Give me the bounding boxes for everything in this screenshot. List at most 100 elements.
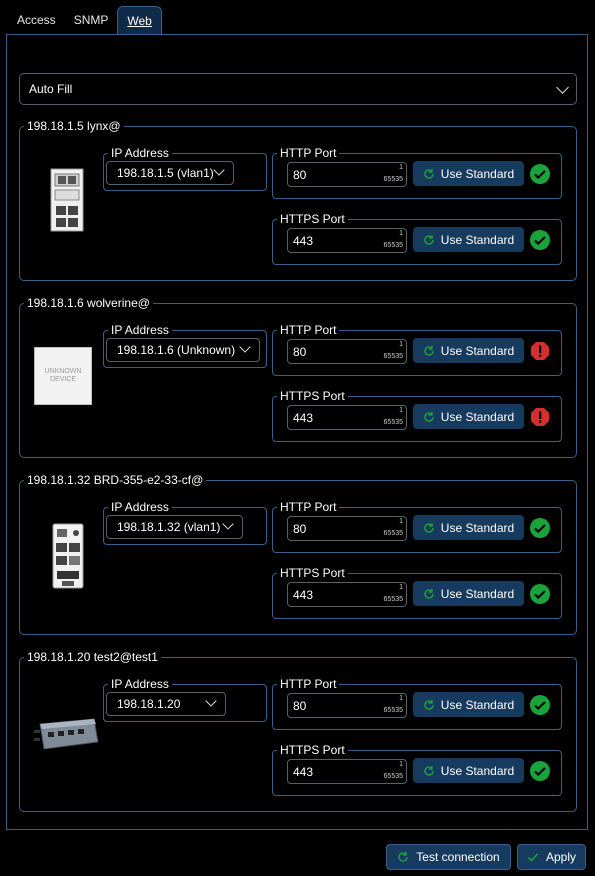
tab-bar: Access SNMP Web [8, 6, 162, 35]
use-standard-button[interactable]: Use Standard [413, 758, 524, 783]
check-circle-icon [530, 695, 550, 715]
port-max: 65535 [383, 773, 403, 780]
port-min: 1 [399, 761, 403, 768]
use-standard-label: Use Standard [440, 343, 515, 358]
auto-fill-dropdown[interactable]: Auto Fill [19, 73, 577, 105]
test-connection-button[interactable]: Test connection [386, 844, 511, 870]
http-port-input[interactable]: 80 1 65535 [287, 516, 407, 541]
use-standard-button[interactable]: Use Standard [413, 161, 524, 186]
use-standard-button[interactable]: Use Standard [413, 581, 524, 606]
https-port-input[interactable]: 443 1 65535 [287, 405, 407, 430]
http-port-group: HTTP Port 80 1 65535 Use Standard [272, 323, 562, 376]
https-port-group: HTTPS Port 443 1 65535 Use Standard [272, 212, 562, 265]
checkmark-icon [527, 853, 539, 862]
port-min: 1 [399, 164, 403, 171]
use-standard-label: Use Standard [440, 409, 515, 424]
unknown-device-image: UNKNOWN DEVICE [34, 347, 92, 405]
port-min: 1 [399, 584, 403, 591]
chevron-down-icon [239, 341, 251, 353]
refresh-icon [424, 411, 434, 422]
use-standard-button[interactable]: Use Standard [413, 338, 524, 363]
chevron-down-icon [556, 80, 569, 94]
port-max: 65535 [383, 707, 403, 714]
tab-access[interactable]: Access [8, 6, 65, 34]
device-card: 198.18.1.20 test2@test1 IP Address 198.1… [19, 650, 577, 812]
check-circle-icon [530, 230, 550, 250]
chevron-down-icon [222, 518, 234, 530]
https-port-value: 443 [293, 411, 314, 425]
refresh-icon [424, 522, 434, 533]
router-device-icon [52, 523, 84, 592]
apply-button[interactable]: Apply [517, 844, 586, 870]
ip-address-value: 198.18.1.20 [117, 697, 181, 711]
http-port-label: HTTP Port [280, 677, 337, 691]
check-circle-icon [530, 761, 550, 781]
switch-device-icon [50, 168, 84, 235]
ip-address-group: IP Address 198.18.1.5 (vlan1) [103, 146, 267, 191]
check-circle-icon [530, 164, 550, 184]
chevron-down-icon [205, 695, 217, 707]
use-standard-button[interactable]: Use Standard [413, 404, 524, 429]
refresh-icon [424, 588, 434, 599]
https-port-input[interactable]: 443 1 65535 [287, 228, 407, 253]
error-octagon-icon [531, 408, 549, 426]
refresh-icon [424, 168, 434, 179]
ip-address-label: IP Address [111, 323, 169, 337]
http-port-input[interactable]: 80 1 65535 [287, 162, 407, 187]
ip-address-label: IP Address [111, 500, 169, 514]
http-port-group: HTTP Port 80 1 65535 Use Standard [272, 146, 562, 199]
device-title: 198.18.1.5 lynx@ [27, 119, 121, 133]
refresh-icon [424, 699, 434, 710]
ip-address-select[interactable]: 198.18.1.20 [106, 692, 226, 716]
http-port-group: HTTP Port 80 1 65535 Use Standard [272, 677, 562, 730]
error-octagon-icon [531, 342, 549, 360]
https-port-value: 443 [293, 234, 314, 248]
gateway-device-icon [34, 716, 100, 755]
refresh-icon [424, 234, 434, 245]
unknown-device-text: UNKNOWN DEVICE [34, 347, 92, 405]
chevron-down-icon [213, 164, 225, 176]
use-standard-button[interactable]: Use Standard [413, 692, 524, 717]
ip-address-select[interactable]: 198.18.1.6 (Unknown) [106, 338, 260, 362]
apply-label: Apply [545, 850, 577, 864]
use-standard-label: Use Standard [440, 697, 515, 712]
port-min: 1 [399, 407, 403, 414]
use-standard-label: Use Standard [440, 166, 515, 181]
tab-snmp[interactable]: SNMP [65, 6, 118, 34]
https-port-label: HTTPS Port [280, 566, 345, 580]
http-port-value: 80 [293, 168, 307, 182]
ip-address-group: IP Address 198.18.1.6 (Unknown) [103, 323, 267, 368]
refresh-icon [424, 345, 434, 356]
use-standard-button[interactable]: Use Standard [413, 515, 524, 540]
http-port-group: HTTP Port 80 1 65535 Use Standard [272, 500, 562, 553]
ip-address-value: 198.18.1.32 (vlan1) [117, 520, 221, 534]
use-standard-button[interactable]: Use Standard [413, 227, 524, 252]
use-standard-label: Use Standard [440, 232, 515, 247]
device-card: 198.18.1.6 wolverine@ UNKNOWN DEVICE IP … [19, 296, 577, 458]
http-port-label: HTTP Port [280, 500, 337, 514]
port-max: 65535 [383, 596, 403, 603]
check-circle-icon [530, 584, 550, 604]
http-port-label: HTTP Port [280, 323, 337, 337]
http-port-input[interactable]: 80 1 65535 [287, 339, 407, 364]
check-circle-icon [530, 518, 550, 538]
https-port-input[interactable]: 443 1 65535 [287, 759, 407, 784]
https-port-input[interactable]: 443 1 65535 [287, 582, 407, 607]
ip-address-select[interactable]: 198.18.1.32 (vlan1) [106, 515, 243, 539]
https-port-label: HTTPS Port [280, 212, 345, 226]
ip-address-value: 198.18.1.5 (vlan1) [117, 166, 214, 180]
http-port-input[interactable]: 80 1 65535 [287, 693, 407, 718]
https-port-label: HTTPS Port [280, 389, 345, 403]
https-port-group: HTTPS Port 443 1 65535 Use Standard [272, 389, 562, 442]
use-standard-label: Use Standard [440, 520, 515, 535]
https-port-group: HTTPS Port 443 1 65535 Use Standard [272, 743, 562, 796]
device-card: 198.18.1.32 BRD-355-e2-33-cf@ IP Address… [19, 473, 577, 635]
device-title: 198.18.1.32 BRD-355-e2-33-cf@ [27, 473, 204, 487]
ip-address-select[interactable]: 198.18.1.5 (vlan1) [106, 161, 234, 185]
device-title: 198.18.1.6 wolverine@ [27, 296, 150, 310]
tab-web[interactable]: Web [117, 6, 162, 35]
https-port-value: 443 [293, 765, 314, 779]
device-title: 198.18.1.20 test2@test1 [27, 650, 158, 664]
http-port-value: 80 [293, 345, 307, 359]
https-port-label: HTTPS Port [280, 743, 345, 757]
